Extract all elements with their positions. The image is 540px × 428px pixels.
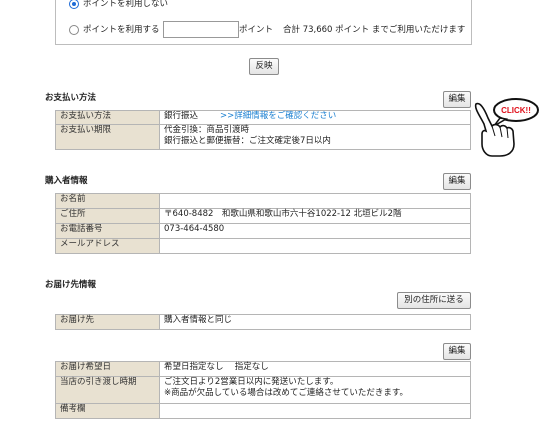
- delivery-section-title: お届け先情報: [45, 280, 97, 290]
- handover-value: ご注文日より2営業日以内に発送いたします。 ※商品が欠品している場合は改めてご連…: [159, 376, 471, 404]
- use-points-label: ポイントを利用する: [83, 25, 160, 35]
- schedule-edit-button[interactable]: 編集: [443, 343, 471, 360]
- payment-table: お支払い方法 銀行振込 >>詳細情報をご確認ください お支払い期限 代金引換：商品…: [55, 110, 471, 150]
- payment-deadline-line: 銀行振込と郵便振替：ご注文確定後7日以内: [164, 136, 331, 146]
- delivery-date-label: お届け希望日: [55, 361, 160, 377]
- buyer-address-label: ご住所: [55, 208, 160, 224]
- payment-details-link[interactable]: >>詳細情報をご確認ください: [220, 111, 336, 121]
- table-row: お支払い期限 代金引換：商品引渡時 銀行振込と郵便振替：ご注文確定後7日以内: [55, 124, 471, 150]
- reflect-button[interactable]: 反映: [249, 58, 279, 75]
- payment-method-value: 銀行振込 >>詳細情報をご確認ください: [159, 110, 471, 125]
- table-row: お名前: [55, 193, 471, 209]
- click-label: CLICK!!: [501, 106, 531, 115]
- buyer-section-title: 購入者情報: [45, 176, 88, 186]
- click-pointer-icon: CLICK!!: [474, 98, 539, 157]
- table-row: 当店の引き渡し時期 ご注文日より2営業日以内に発送いたします。 ※商品が欠品して…: [55, 376, 471, 404]
- payment-edit-button[interactable]: 編集: [443, 91, 471, 108]
- delivery-date-value: 希望日指定なし 指定なし: [159, 361, 471, 377]
- points-total-text: 合計 73,660 ポイント までご利用いただけます: [283, 25, 466, 35]
- remarks-label: 備考欄: [55, 403, 160, 419]
- points-unit-label: ポイント: [239, 25, 274, 35]
- send-to-other-address-button[interactable]: 別の住所に送る: [397, 292, 471, 309]
- handover-label: 当店の引き渡し時期: [55, 376, 160, 404]
- table-row: お電話番号 073-464-4580: [55, 223, 471, 239]
- table-row: お届け先 購入者情報と同じ: [55, 314, 471, 330]
- handover-line: ※商品が欠品している場合は改めてご連絡させていただきます。: [164, 388, 409, 398]
- radio-no-points[interactable]: [69, 0, 79, 9]
- buyer-address-value: 〒640-8482 和歌山県和歌山市六十谷1022-12 北垣ビル2階: [159, 208, 471, 224]
- payment-deadline-value: 代金引換：商品引渡時 銀行振込と郵便振替：ご注文確定後7日以内: [159, 124, 471, 150]
- schedule-table: お届け希望日 希望日指定なし 指定なし 当店の引き渡し時期 ご注文日より2営業日…: [55, 361, 471, 419]
- payment-section-title: お支払い方法: [45, 93, 97, 103]
- table-row: ご住所 〒640-8482 和歌山県和歌山市六十谷1022-12 北垣ビル2階: [55, 208, 471, 224]
- delivery-dest-label: お届け先: [55, 314, 160, 330]
- buyer-phone-label: お電話番号: [55, 223, 160, 239]
- points-amount-input[interactable]: [163, 21, 239, 38]
- buyer-email-value: [159, 238, 471, 254]
- buyer-phone-value: 073-464-4580: [159, 223, 471, 239]
- buyer-edit-button[interactable]: 編集: [443, 173, 471, 190]
- payment-deadline-line: 代金引換：商品引渡時: [164, 125, 250, 135]
- table-row: お支払い方法 銀行振込 >>詳細情報をご確認ください: [55, 110, 471, 125]
- payment-method-text: 銀行振込: [164, 111, 199, 121]
- table-row: 備考欄: [55, 403, 471, 419]
- payment-method-label: お支払い方法: [55, 110, 160, 125]
- delivery-dest-value: 購入者情報と同じ: [159, 314, 471, 330]
- remarks-value[interactable]: [159, 403, 471, 419]
- buyer-email-label: メールアドレス: [55, 238, 160, 254]
- table-row: お届け希望日 希望日指定なし 指定なし: [55, 361, 471, 377]
- buyer-table: お名前 ご住所 〒640-8482 和歌山県和歌山市六十谷1022-12 北垣ビ…: [55, 193, 471, 254]
- points-usage-box: ポイントを利用しない ポイントを利用する ポイント 合計 73,660 ポイント…: [55, 0, 472, 45]
- buyer-name-value: [159, 193, 471, 209]
- no-points-label: ポイントを利用しない: [83, 0, 169, 9]
- table-row: メールアドレス: [55, 238, 471, 254]
- delivery-table: お届け先 購入者情報と同じ: [55, 314, 471, 330]
- buyer-name-label: お名前: [55, 193, 160, 209]
- handover-line: ご注文日より2営業日以内に発送いたします。: [164, 377, 339, 387]
- radio-use-points[interactable]: [69, 25, 79, 35]
- payment-deadline-label: お支払い期限: [55, 124, 160, 150]
